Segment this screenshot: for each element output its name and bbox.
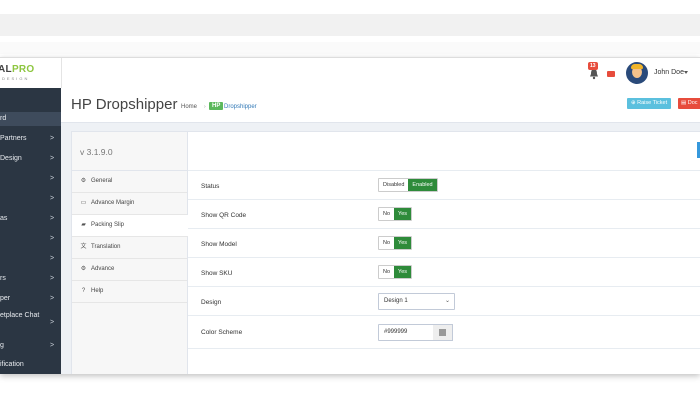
browser-subbar xyxy=(0,42,700,54)
design-row: Design Design 1 ⌄ xyxy=(188,287,700,316)
show-sku-row: Show SKU No Yes xyxy=(188,258,700,287)
toggle-on-option[interactable]: Yes xyxy=(394,208,412,220)
tab-translation[interactable]: 文 Translation xyxy=(72,237,187,259)
breadcrumb-badge: HP xyxy=(209,102,224,110)
sidebar: rd Partners > Design > > > as > > > rs > per… xyxy=(0,88,61,374)
chevron-right-icon: > xyxy=(50,295,55,302)
sidebar-item[interactable]: etplace Chat > xyxy=(0,309,61,326)
tab-help[interactable]: ? Help xyxy=(72,281,187,303)
toggle-off-option[interactable]: No xyxy=(379,208,395,220)
show-model-label: Show Model xyxy=(201,241,237,248)
color-picker-button[interactable] xyxy=(433,324,453,341)
chevron-right-icon: > xyxy=(50,195,55,202)
language-icon: 文 xyxy=(80,244,87,250)
status-label: Status xyxy=(201,183,220,190)
gear-icon: ⚙ xyxy=(80,178,87,184)
logo-pro-text: PRO xyxy=(11,64,35,75)
tab-advance-margin[interactable]: ▭ Advance Margin xyxy=(72,193,187,215)
user-name[interactable]: John Doe xyxy=(654,69,684,76)
settings-tabs: v 3.1.9.0 ⚙ General ▭ Advance Margin ▰ Pack… xyxy=(72,132,188,374)
breadcrumb-current[interactable]: Dropshipper xyxy=(224,104,257,110)
sidebar-item[interactable]: as > xyxy=(0,212,61,226)
toggle-on-option[interactable]: Yes xyxy=(394,237,412,249)
app-window: ALPRO DESIGN 13 John Doe rd Partners > De… xyxy=(0,57,700,374)
title-bar: HP Dropshipper Home › HP Dropshipper ⊕ R… xyxy=(61,88,700,123)
top-header: ALPRO DESIGN 13 John Doe xyxy=(0,57,700,89)
question-icon: ? xyxy=(81,288,86,294)
version-box: v 3.1.9.0 xyxy=(72,132,187,171)
status-row: Status Disabled Enabled xyxy=(188,171,700,200)
sidebar-item[interactable]: Partners > xyxy=(0,132,61,146)
toggle-on-option[interactable]: Yes xyxy=(394,266,412,278)
chevron-right-icon: > xyxy=(50,135,55,142)
show-model-row: Show Model No Yes xyxy=(188,229,700,258)
show-qr-label: Show QR Code xyxy=(201,212,247,219)
color-swatch xyxy=(439,329,446,336)
truck-icon: ▰ xyxy=(81,222,86,228)
color-scheme-input[interactable]: #999999 xyxy=(378,324,434,341)
settings-form: Status Disabled Enabled Show QR Code No … xyxy=(188,132,700,374)
color-scheme-label: Color Scheme xyxy=(201,329,243,336)
status-toggle[interactable]: Disabled Enabled xyxy=(378,178,438,192)
page-title: HP Dropshipper xyxy=(71,96,178,113)
chevron-right-icon: > xyxy=(50,342,55,349)
sidebar-item[interactable]: > xyxy=(0,192,61,206)
chevron-right-icon: > xyxy=(50,255,55,262)
doc-button[interactable]: ▤ Doc xyxy=(678,98,700,109)
show-qr-toggle[interactable]: No Yes xyxy=(378,207,413,221)
form-toolbar xyxy=(188,132,700,171)
version-label: v 3.1.9.0 xyxy=(80,147,113,157)
show-sku-toggle[interactable]: No Yes xyxy=(378,265,413,279)
chevron-right-icon: > xyxy=(50,235,55,242)
design-select[interactable]: Design 1 ⌄ xyxy=(378,293,455,310)
toggle-on-option[interactable]: Enabled xyxy=(408,179,437,191)
chevron-down-icon[interactable] xyxy=(684,71,688,74)
logo-text: AL xyxy=(0,64,12,75)
sidebar-item[interactable]: per > xyxy=(0,292,61,306)
chevron-right-icon: > xyxy=(50,175,55,182)
credit-card-icon: ▭ xyxy=(80,200,87,206)
gears-icon: ⚙ xyxy=(80,266,87,272)
color-scheme-row: Color Scheme #999999 xyxy=(188,316,700,349)
toggle-off-option[interactable]: Disabled xyxy=(379,179,409,191)
main-content: HP Dropshipper Home › HP Dropshipper ⊕ R… xyxy=(61,88,700,374)
sidebar-item[interactable]: > xyxy=(0,232,61,246)
raise-ticket-button[interactable]: ⊕ Raise Ticket xyxy=(627,98,672,109)
sidebar-item[interactable]: Design > xyxy=(0,152,61,166)
chevron-right-icon: > xyxy=(50,275,55,282)
sidebar-item[interactable]: ification xyxy=(0,358,61,372)
sidebar-item[interactable]: > xyxy=(0,172,61,186)
envelope-icon[interactable] xyxy=(607,71,615,77)
chevron-right-icon: > xyxy=(50,215,55,222)
tab-general[interactable]: ⚙ General xyxy=(72,171,187,193)
sidebar-item[interactable]: > xyxy=(0,252,61,266)
browser-bar xyxy=(0,14,700,36)
logo-subtext: DESIGN xyxy=(2,76,30,81)
sidebar-item[interactable]: rs > xyxy=(0,272,61,286)
show-model-toggle[interactable]: No Yes xyxy=(378,236,413,250)
toggle-off-option[interactable]: No xyxy=(379,237,395,249)
chevron-down-icon: ⌄ xyxy=(444,298,450,304)
settings-panel: v 3.1.9.0 ⚙ General ▭ Advance Margin ▰ Pack… xyxy=(71,131,700,374)
logo[interactable]: ALPRO DESIGN xyxy=(0,58,62,88)
sidebar-item[interactable]: rd xyxy=(0,112,61,126)
show-sku-label: Show SKU xyxy=(201,270,233,277)
notification-badge: 13 xyxy=(588,62,598,70)
design-label: Design xyxy=(201,299,222,306)
sidebar-item[interactable]: g > xyxy=(0,339,61,353)
avatar[interactable] xyxy=(626,62,648,84)
chevron-right-icon: > xyxy=(50,319,55,326)
chevron-right-icon: > xyxy=(50,155,55,162)
tab-packing-slip[interactable]: ▰ Packing Slip xyxy=(72,215,188,237)
toggle-off-option[interactable]: No xyxy=(379,266,395,278)
breadcrumb-home[interactable]: Home xyxy=(181,104,197,110)
tab-advance[interactable]: ⚙ Advance xyxy=(72,259,187,281)
breadcrumb-separator: › xyxy=(204,104,206,110)
show-qr-row: Show QR Code No Yes xyxy=(188,200,700,229)
